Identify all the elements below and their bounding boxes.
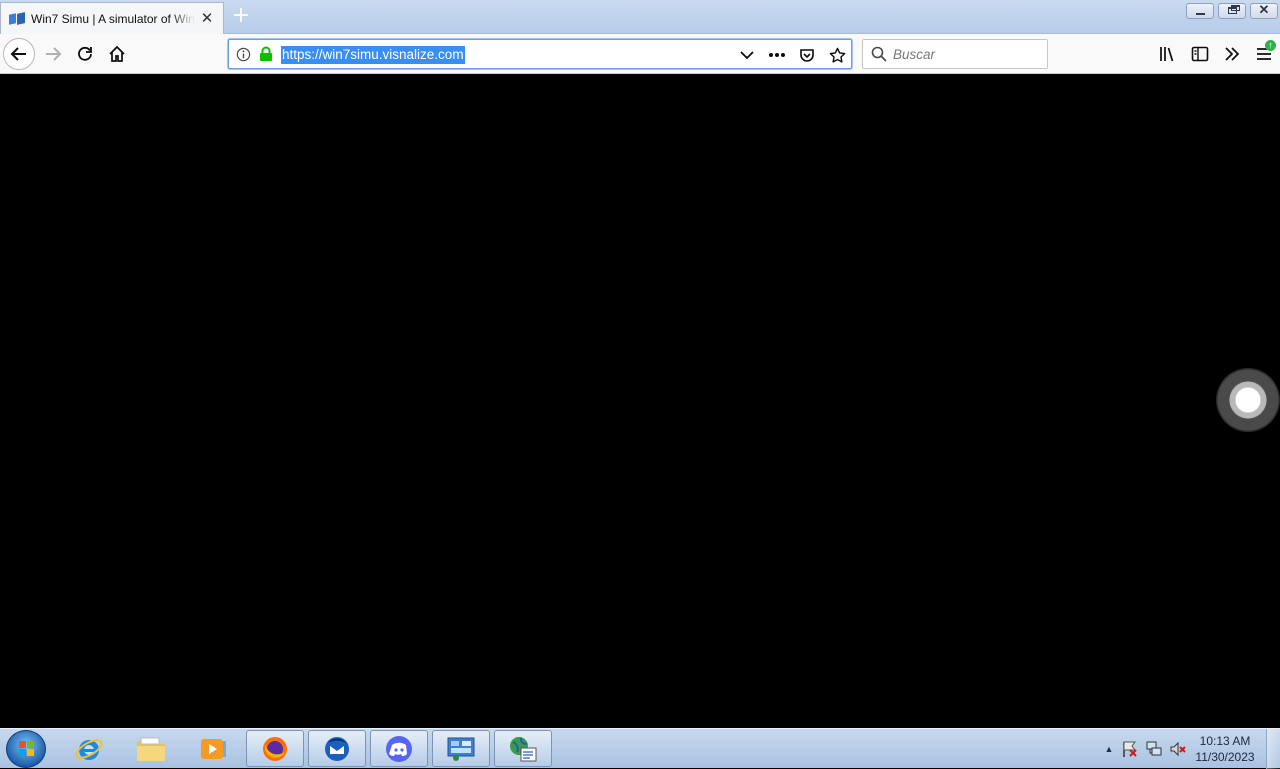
network-globe-icon	[510, 736, 537, 761]
taskbar-control-panel[interactable]	[432, 730, 490, 767]
library-icon	[1160, 47, 1174, 62]
pocket-icon	[800, 49, 814, 62]
sidebar-icon	[1191, 46, 1209, 62]
search-input[interactable]	[893, 43, 1043, 65]
media-player-icon	[201, 738, 226, 759]
forward-arrow-icon	[46, 47, 62, 61]
more-dots-icon	[769, 53, 785, 57]
thunderbird-icon	[325, 736, 349, 761]
action-center-icon[interactable]	[1118, 737, 1142, 761]
taskbar-clock[interactable]: 10:13 AM 11/30/2023	[1190, 733, 1260, 765]
page-actions-button[interactable]	[767, 45, 787, 65]
system-tray: ▲ 10:13 AM 11/30/2023	[1100, 729, 1280, 769]
back-button[interactable]	[3, 38, 35, 70]
navigation-toolbar: https://win7simu.visnalize.com Buscar ↑	[0, 34, 1280, 74]
close-icon: ✕	[1258, 2, 1270, 17]
address-bar[interactable]: https://win7simu.visnalize.com	[228, 39, 852, 69]
network-icon[interactable]	[1142, 737, 1166, 761]
taskbar-internet-explorer[interactable]	[60, 730, 118, 767]
folder-icon	[137, 737, 165, 761]
close-window-button[interactable]: ✕	[1250, 2, 1278, 19]
restore-button[interactable]	[1218, 3, 1246, 19]
control-panel-icon	[447, 737, 475, 761]
show-hidden-icons-button[interactable]: ▲	[1100, 744, 1118, 754]
minimize-icon	[1196, 13, 1205, 15]
taskbar-firefox[interactable]	[246, 730, 304, 767]
chevron-down-icon	[740, 51, 754, 60]
page-actions	[737, 45, 847, 65]
reload-icon	[78, 46, 92, 61]
floating-action-button[interactable]	[1216, 368, 1280, 432]
home-button[interactable]	[101, 38, 133, 70]
tab-title: Win7 Simu | A simulator of Windows 7	[31, 11, 195, 26]
restore-icon	[1228, 7, 1237, 14]
taskbar-file-explorer[interactable]	[122, 730, 180, 767]
taskbar-network-tool[interactable]	[494, 730, 552, 767]
toolbar-right: ↑	[1152, 38, 1280, 70]
taskbar-discord[interactable]	[370, 730, 428, 767]
pocket-button[interactable]	[797, 45, 817, 65]
window-controls: ✕	[1186, 2, 1278, 19]
new-tab-button[interactable]: +	[230, 5, 252, 28]
clock-time: 10:13 AM	[1199, 734, 1251, 748]
info-icon[interactable]	[236, 47, 251, 65]
show-desktop-button[interactable]	[1266, 729, 1280, 769]
search-box[interactable]	[862, 39, 1048, 69]
title-bar: Win7 Simu | A simulator of Windows 7 ✕ +…	[0, 0, 1280, 34]
internet-explorer-icon	[75, 738, 103, 760]
taskbar-media-player[interactable]	[184, 730, 242, 767]
sidebar-button[interactable]	[1184, 38, 1216, 70]
double-chevron-icon	[1225, 47, 1240, 61]
browser-tab[interactable]: Win7 Simu | A simulator of Windows 7 ✕	[0, 2, 224, 34]
reload-button[interactable]	[69, 38, 101, 70]
back-arrow-icon	[10, 47, 26, 61]
search-icon	[871, 46, 887, 65]
tab-close-button[interactable]: ✕	[199, 10, 215, 27]
forward-button[interactable]	[37, 38, 69, 70]
overflow-menu-button[interactable]	[1216, 38, 1248, 70]
volume-muted-icon[interactable]	[1166, 737, 1190, 761]
update-badge-icon: ↑	[1265, 40, 1276, 51]
lock-icon[interactable]	[259, 46, 273, 65]
url-text[interactable]: https://win7simu.visnalize.com	[281, 46, 465, 64]
home-icon	[109, 45, 125, 62]
taskbar: ▲ 10:13 AM 11/30/2023	[0, 728, 1280, 769]
bookmark-star-button[interactable]	[827, 45, 847, 65]
firefox-icon	[263, 736, 287, 761]
main-menu-button[interactable]: ↑	[1248, 38, 1280, 70]
windows-favicon-icon	[9, 11, 25, 27]
start-button[interactable]	[6, 730, 46, 768]
minimize-button[interactable]	[1186, 3, 1214, 19]
star-icon	[829, 47, 845, 63]
page-content	[0, 75, 1280, 728]
windows-logo-icon	[19, 741, 35, 757]
library-button[interactable]	[1152, 38, 1184, 70]
taskbar-thunderbird[interactable]	[308, 730, 366, 767]
clock-date: 11/30/2023	[1195, 750, 1255, 764]
discord-icon	[386, 735, 412, 762]
url-dropdown-button[interactable]	[737, 45, 757, 65]
